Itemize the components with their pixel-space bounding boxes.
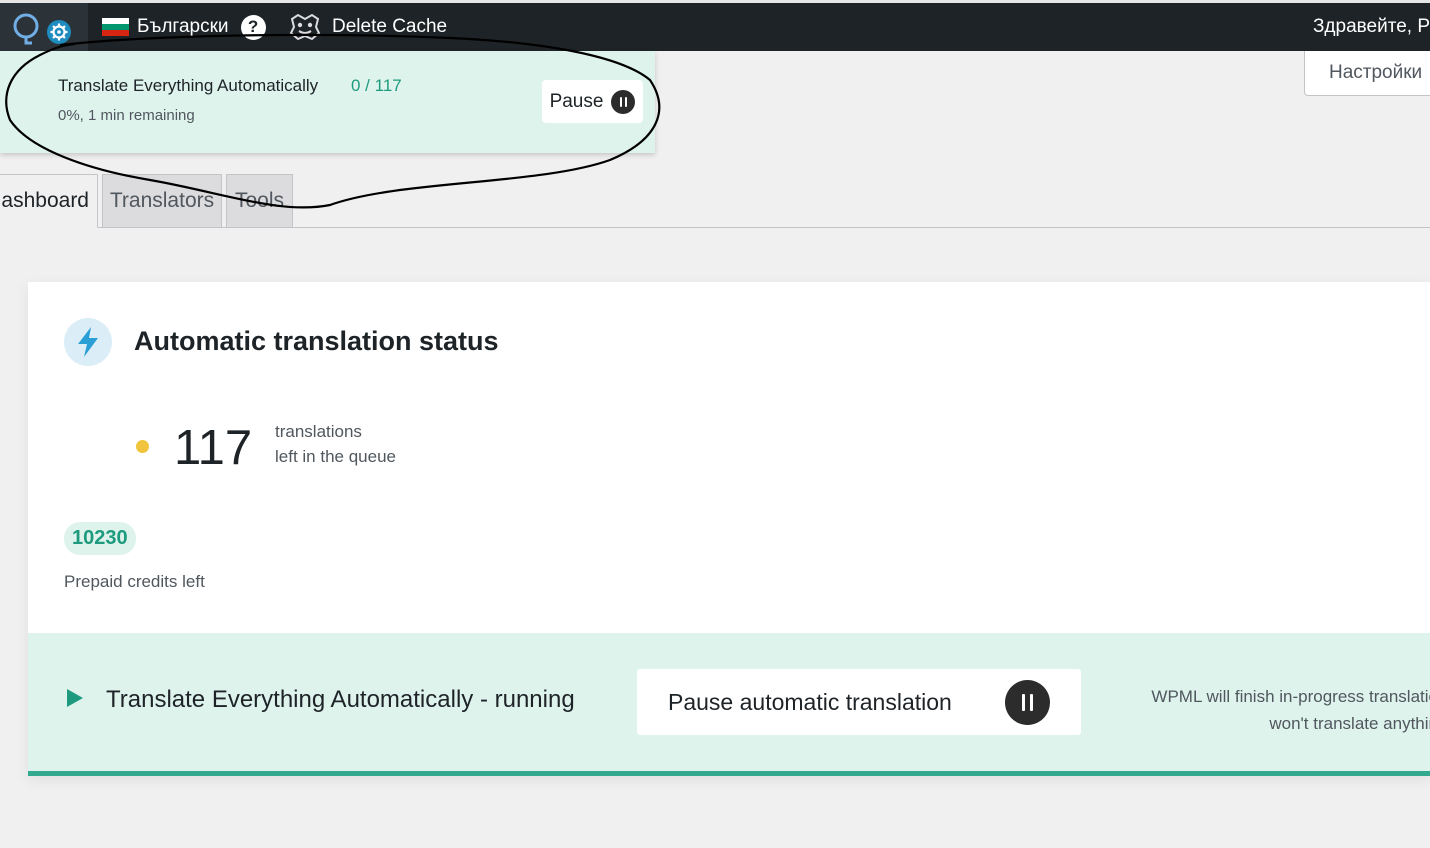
pause-explanation-note: WPML will finish in-progress translatio … [1118,683,1430,737]
admin-bar: Български ? Delete Cache Здравейте, Р [0,0,1430,51]
queue-status-dot [136,440,149,453]
delete-cache-label: Delete Cache [332,16,448,37]
pause-icon [1005,680,1050,725]
settings-gear-icon [50,23,68,41]
card-title: Automatic translation status [134,326,499,356]
wp-logo-menu[interactable] [0,3,88,51]
notice-remaining-time: 0%, 1 min remaining [58,107,195,124]
queue-label-line-1: translations [275,422,362,441]
notice-title: Translate Everything Automatically [58,76,319,95]
pause-label: Pause [549,90,604,112]
note-line-1: WPML will finish in-progress translatio [1151,687,1430,706]
tab-translators[interactable]: Translators [102,174,222,228]
help-icon[interactable]: ? [240,14,266,40]
note-line-2: won't translate anythin [1269,714,1430,733]
credits-badge: 10230 [64,522,136,555]
wordpress-icon [13,13,71,45]
account-greeting[interactable]: Здравейте, Р [1313,3,1430,51]
pause-button[interactable]: Pause [542,80,643,123]
automatic-translation-status-card: Automatic translation status 117 transla… [28,282,1430,776]
automatic-translation-footer: Translate Everything Automatically - run… [28,633,1430,776]
pause-automatic-translation-label: Pause automatic translation [668,689,952,715]
pause-automatic-translation-button[interactable]: Pause automatic translation [637,669,1081,735]
notice-progress-count: 0 / 117 [351,76,402,95]
running-status-label: Translate Everything Automatically - run… [106,686,575,713]
queue-label-line-2: left in the queue [275,447,396,466]
language-switcher[interactable]: Български ? [102,3,266,51]
play-icon [67,689,83,707]
tab-dashboard[interactable]: ashboard [0,174,98,228]
queue-count: 117 [174,421,253,475]
tab-tools[interactable]: Tools [226,174,293,228]
pause-icon [611,89,636,114]
language-label: Български [137,16,229,37]
credits-label: Prepaid credits left [64,572,205,591]
cache-logo-icon [289,13,321,41]
delete-cache-menu[interactable]: Delete Cache [288,3,447,51]
lightning-bolt-icon [64,318,112,366]
bulgarian-flag-icon [102,18,129,36]
screen-options-button[interactable]: Настройки [1304,51,1430,96]
